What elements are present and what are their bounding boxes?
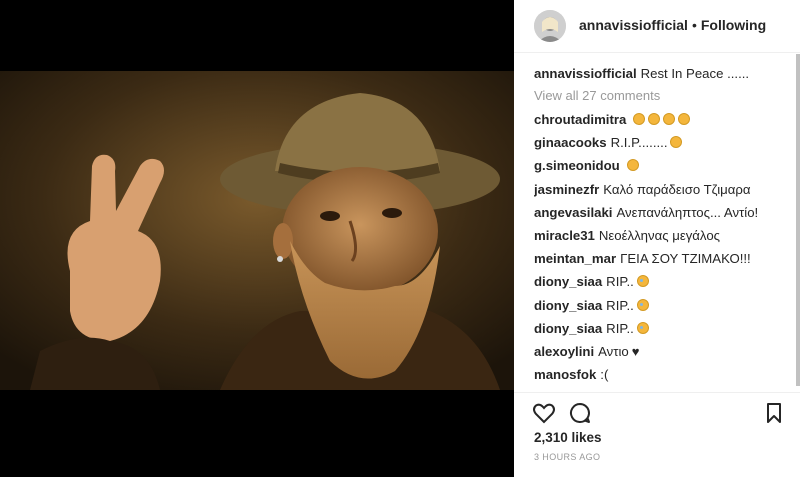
crying-face-emoji-icon bbox=[636, 275, 649, 288]
post-sidebar: annavissiofficial • Following annavissioff… bbox=[514, 0, 800, 477]
comment-username[interactable]: chroutadimitra bbox=[534, 112, 626, 127]
comment-text: RIP.. bbox=[606, 297, 634, 313]
avatar[interactable] bbox=[534, 10, 566, 42]
comment-row: manosfok :( bbox=[534, 367, 796, 390]
comment-text: :( bbox=[600, 367, 609, 383]
follow-status-button[interactable]: Following bbox=[701, 17, 766, 33]
post-media[interactable] bbox=[0, 0, 514, 477]
speech-bubble-icon[interactable] bbox=[568, 401, 592, 425]
comment-username[interactable]: miracle31 bbox=[534, 228, 595, 243]
post-timestamp[interactable]: 3 HOURS AGO bbox=[534, 452, 600, 462]
comment-username[interactable]: g.simeonidou bbox=[534, 158, 620, 173]
comment-text: RIP.. bbox=[606, 320, 634, 336]
view-all-comments-link[interactable]: View all 27 comments bbox=[534, 88, 796, 112]
comments-list: annavissiofficial Rest In Peace ...... Vi… bbox=[534, 66, 796, 392]
comments-scrollbar[interactable] bbox=[796, 54, 800, 386]
sad-face-emoji-icon bbox=[678, 113, 691, 125]
comment-username[interactable]: manosfok bbox=[534, 367, 596, 382]
post-photo bbox=[0, 71, 514, 390]
likes-count[interactable]: 2,310 likes bbox=[534, 430, 602, 445]
caption-username[interactable]: annavissiofficial bbox=[534, 66, 637, 81]
header-separator: • bbox=[691, 17, 697, 33]
comment-username[interactable]: diony_siaa bbox=[534, 321, 602, 336]
post-header: annavissiofficial • Following bbox=[514, 0, 800, 53]
black-heart-emoji-icon: ♥ bbox=[631, 343, 640, 359]
caption-text: Rest In Peace ...... bbox=[640, 66, 750, 81]
comment-row: chroutadimitra bbox=[534, 112, 796, 135]
comment-row: diony_siaa RIP.. bbox=[534, 274, 796, 297]
crying-face-emoji-icon bbox=[636, 321, 649, 334]
heart-outline-icon[interactable] bbox=[532, 401, 556, 425]
comment-text: R.I.P........ bbox=[610, 135, 668, 151]
comment-username[interactable]: jasminezfr bbox=[534, 182, 599, 197]
comment-row: diony_siaa RIP.. bbox=[534, 298, 796, 321]
post-caption: annavissiofficial Rest In Peace ...... bbox=[534, 66, 796, 88]
scrollbar-thumb[interactable] bbox=[796, 54, 800, 386]
comment-text: Ανεπανάληπτος... Αντίο! bbox=[616, 204, 759, 220]
comment-text: ΓΕΙΑ ΣΟΥ ΤΖΙΜΑΚΟ!!! bbox=[620, 251, 751, 267]
comment-row: diony_siaa RIP.. bbox=[534, 321, 796, 344]
comment-username[interactable]: diony_siaa bbox=[534, 274, 602, 289]
bookmark-icon[interactable] bbox=[762, 401, 786, 425]
comment-row: g.simeonidou bbox=[534, 158, 796, 181]
comment-row: jasminezfr Καλό παράδεισο Τζιμαρα bbox=[534, 182, 796, 205]
comment-row: alexoylini Αντιο ♥ bbox=[534, 344, 796, 367]
comment-text: Καλό παράδεισο Τζιμαρα bbox=[603, 181, 751, 197]
sad-face-emoji-icon bbox=[633, 113, 646, 125]
comment-row: ginaacooks R.I.P........ bbox=[534, 135, 796, 158]
comment-username[interactable]: angevasilaki bbox=[534, 205, 612, 220]
comment-row: miracle31 Νεοέλληνας μεγάλος bbox=[534, 228, 796, 251]
comment-text: RIP.. bbox=[606, 274, 634, 290]
comment-username[interactable]: alexoylini bbox=[534, 344, 594, 359]
author-username[interactable]: annavissiofficial bbox=[579, 17, 688, 33]
post-actions bbox=[514, 392, 800, 433]
comment-username[interactable]: meintan_mar bbox=[534, 251, 616, 266]
comment-rows: chroutadimitra ginaacooks R.I.P........ g.s… bbox=[534, 112, 796, 392]
comment-row: meintan_mar ΓΕΙΑ ΣΟΥ ΤΖΙΜΑΚΟ!!! bbox=[534, 251, 796, 274]
comment-text: Αντιο bbox=[598, 343, 629, 359]
comment-username[interactable]: ginaacooks bbox=[534, 135, 607, 150]
sad-face-emoji-icon bbox=[663, 113, 676, 125]
crying-face-emoji-icon bbox=[636, 298, 649, 311]
sad-face-emoji-icon bbox=[670, 136, 683, 149]
sad-face-emoji-icon bbox=[626, 159, 639, 172]
comment-username[interactable]: diony_siaa bbox=[534, 298, 602, 313]
comment-text: Νεοέλληνας μεγάλος bbox=[598, 227, 721, 243]
sad-face-emoji-icon bbox=[648, 113, 661, 125]
comment-row: angevasilaki Ανεπανάληπτος... Αντίο! bbox=[534, 205, 796, 228]
